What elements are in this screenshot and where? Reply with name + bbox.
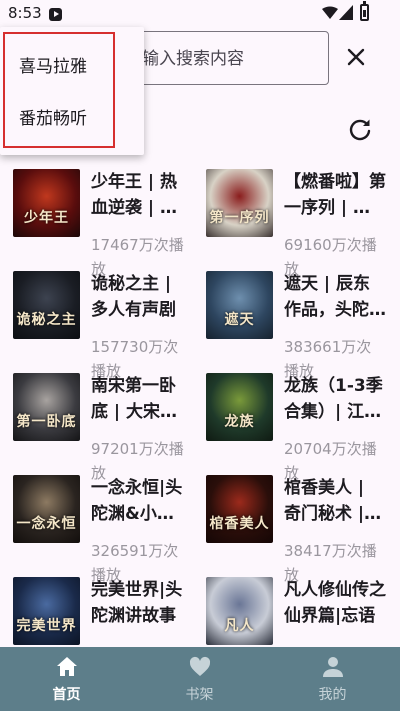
book-title: 龙族（1-3季合集）| 江… xyxy=(284,376,383,422)
person-icon xyxy=(323,657,343,677)
nav-bookshelf-label: 书架 xyxy=(185,687,214,703)
book-cover-image: 龙族 xyxy=(206,373,273,441)
app-notification-icon xyxy=(49,8,62,21)
book-title: 凡人修仙传之仙界篇|忘语 xyxy=(284,580,386,626)
book-cover-image: 棺香美人 xyxy=(206,475,273,543)
book-card[interactable]: 凡人 凡人修仙传之仙界篇|忘语 xyxy=(0,571,400,647)
book-cover-title: 龙族 xyxy=(224,414,255,430)
nav-home-label: 首页 xyxy=(52,687,81,703)
close-icon[interactable] xyxy=(337,38,375,76)
book-card[interactable]: 第一序列 【燃番啦】第一序列 | … 69160万次播放 xyxy=(0,163,400,278)
home-icon xyxy=(57,657,77,676)
book-cover-title: 凡人 xyxy=(224,618,255,634)
search-input[interactable] xyxy=(142,46,322,72)
menu-item-ximalaya[interactable]: 喜马拉雅 xyxy=(0,42,144,92)
menu-item-fanqie[interactable]: 番茄畅听 xyxy=(0,94,144,144)
status-bar: 8:53 xyxy=(0,0,400,28)
book-cover-title: 棺香美人 xyxy=(209,516,270,532)
source-dropdown-menu: 喜马拉雅 番茄畅听 xyxy=(0,27,144,155)
book-cover-image: 凡人 xyxy=(206,577,273,645)
status-time: 8:53 xyxy=(8,4,42,22)
book-card[interactable]: 龙族 龙族（1-3季合集）| 江… 20704万次播放 xyxy=(0,367,400,482)
search-field[interactable] xyxy=(127,31,329,85)
cellular-signal-icon xyxy=(339,5,353,20)
wifi-icon xyxy=(322,6,338,19)
book-cover-title: 遮天 xyxy=(224,312,255,328)
nav-home[interactable]: 首页 xyxy=(0,647,133,711)
book-cover-image: 第一序列 xyxy=(206,169,273,237)
book-card[interactable]: 遮天 遮天 | 辰东作品，头陀… 383661万次播放 xyxy=(0,265,400,380)
book-grid: 少年王 少年王 | 热血逆袭 | … 17467万次播放 第一序列 【燃番啦】第一序列 … xyxy=(0,163,400,647)
nav-profile[interactable]: 我的 xyxy=(266,647,399,711)
book-cover-image: 遮天 xyxy=(206,271,273,339)
book-card[interactable]: 棺香美人 棺香美人 | 奇门秘术 |… 38417万次播放 xyxy=(0,469,400,584)
book-cover-title: 第一序列 xyxy=(209,210,270,226)
nav-profile-label: 我的 xyxy=(318,687,347,703)
book-title: 【燃番啦】第一序列 | … xyxy=(284,172,386,218)
refresh-icon[interactable] xyxy=(343,113,377,147)
heart-icon xyxy=(189,656,211,676)
book-title: 遮天 | 辰东作品，头陀… xyxy=(284,274,386,320)
book-title: 棺香美人 | 奇门秘术 |… xyxy=(284,478,382,524)
nav-bookshelf[interactable]: 书架 xyxy=(133,647,266,711)
battery-icon xyxy=(360,1,369,21)
bottom-navigation: 首页 书架 我的 xyxy=(0,647,400,711)
